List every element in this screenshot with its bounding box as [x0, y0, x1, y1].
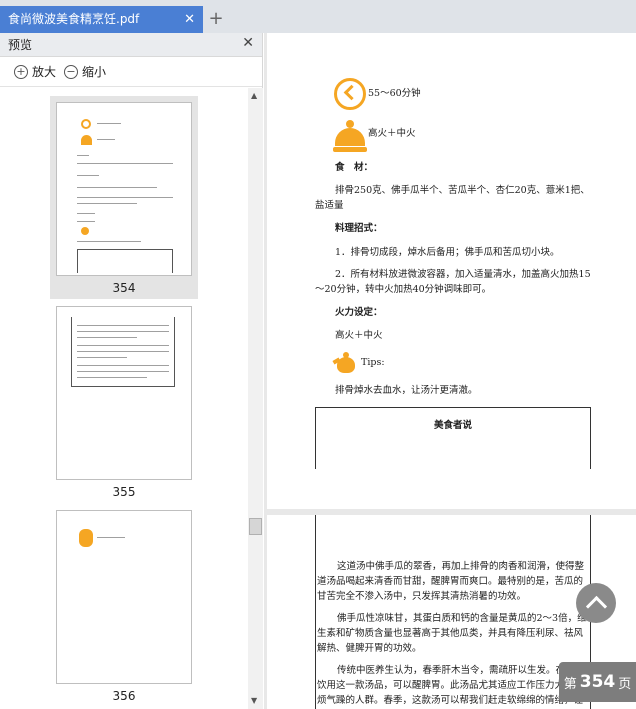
zoom-out-label: 缩小: [82, 65, 107, 79]
heat-level: 高火＋中火: [368, 128, 416, 139]
fire-setting: 高火＋中火: [335, 330, 383, 341]
thumbnail-page-354[interactable]: [56, 102, 192, 276]
commentary-box: 美食者说: [315, 407, 591, 469]
fire-label: 火力设定：: [335, 307, 383, 318]
thumbnail-page-number: 356: [112, 689, 136, 703]
cloche-icon: [333, 120, 367, 156]
commentary-paragraph-3: 传统中医养生认为，春季肝木当令，需疏肝以生发。在春季饮用这一款汤品，可以醒脾胃。…: [317, 665, 585, 706]
page-indicator[interactable]: 第 354 页: [559, 662, 636, 702]
thumbnail-page-number: 355: [112, 485, 136, 499]
thumbnail-page-number: 354: [112, 281, 136, 295]
new-tab-button[interactable]: +: [206, 8, 226, 30]
ingredients-text: 排骨250克、佛手瓜半个、苦瓜半个、杏仁20克、薏米1把、盐适量: [315, 185, 590, 211]
pdf-viewer-app: 食尚微波美食精烹饪.pdf ✕ + 预览 ✕ + 放大 − 缩小 354 355…: [0, 0, 636, 709]
thumb-teapot-icon: [81, 227, 89, 235]
zoom-in-button[interactable]: + 放大: [14, 63, 56, 80]
clock-icon: [334, 78, 366, 110]
thumb-cloche-icon: [81, 135, 92, 145]
scroll-up-icon[interactable]: ▲: [251, 91, 257, 100]
sidebar-title: 预览: [8, 38, 33, 52]
preview-sidebar: 预览 ✕ + 放大 − 缩小 354 355 356 ▲ ▼: [0, 33, 263, 709]
sidebar-header: 预览 ✕: [0, 33, 262, 57]
commentary-paragraph-1: 这道汤中佛手瓜的翠香，再加上排骨的肉香和润滑，使得整道汤品喝起来清香而甘甜，醒脾…: [317, 561, 585, 602]
zoom-out-button[interactable]: − 缩小: [64, 63, 106, 80]
page-indicator-number: 354: [579, 672, 616, 692]
ingredients-label: 食 材：: [335, 162, 374, 173]
zoom-in-icon: +: [14, 64, 28, 79]
back-to-top-button[interactable]: [576, 583, 616, 623]
document-tab[interactable]: 食尚微波美食精烹饪.pdf ✕: [0, 6, 203, 33]
thumb-badge-icon: [79, 529, 93, 547]
thumb-clock-icon: [81, 119, 91, 129]
teapot-icon: [332, 351, 359, 375]
step-1: 1．排骨切成段，焯水后备用；佛手瓜和苦瓜切小块。: [335, 247, 560, 258]
commentary-paragraph-2: 佛手瓜性凉味甘，其蛋白质和钙的含量是黄瓜的2～3倍，维生素和矿物质含量也显著高于…: [317, 613, 587, 654]
tips-label: Tips:: [361, 357, 385, 368]
thumbnail-page-355[interactable]: [56, 306, 192, 480]
scroll-down-icon[interactable]: ▼: [251, 696, 257, 705]
scrollbar-thumb[interactable]: [249, 518, 262, 535]
zoom-toolbar: + 放大 − 缩小: [0, 57, 262, 87]
pdf-page-354: 55～60分钟 高火＋中火 食 材： 排骨250克、佛手瓜半个、苦瓜半个、杏仁2…: [267, 33, 636, 509]
step-2: 2．所有材料放进微波容器，加入适量清水，加盖高火加热15～20分钟，转中火加热4…: [315, 269, 591, 295]
close-tab-icon[interactable]: ✕: [184, 6, 195, 33]
cook-time: 55～60分钟: [368, 88, 421, 99]
method-label: 料理招式：: [335, 223, 383, 234]
page-indicator-prefix: 第: [563, 676, 577, 692]
zoom-in-label: 放大: [32, 65, 57, 79]
thumbnail-page-356[interactable]: [56, 510, 192, 684]
thumb-box: [77, 249, 173, 273]
tab-bar: 食尚微波美食精烹饪.pdf ✕ +: [0, 0, 636, 33]
tips-text: 排骨焯水去血水，让汤汁更清澈。: [335, 385, 478, 396]
thumbnail-list: 354 355 356: [0, 88, 248, 709]
document-tab-title: 食尚微波美食精烹饪.pdf: [8, 12, 140, 26]
box-title: 美食者说: [433, 420, 472, 431]
sidebar-scrollbar[interactable]: ▲ ▼: [248, 88, 263, 709]
page-indicator-suffix: 页: [618, 676, 632, 692]
zoom-out-icon: −: [64, 64, 78, 79]
sidebar-close-icon[interactable]: ✕: [242, 35, 254, 51]
